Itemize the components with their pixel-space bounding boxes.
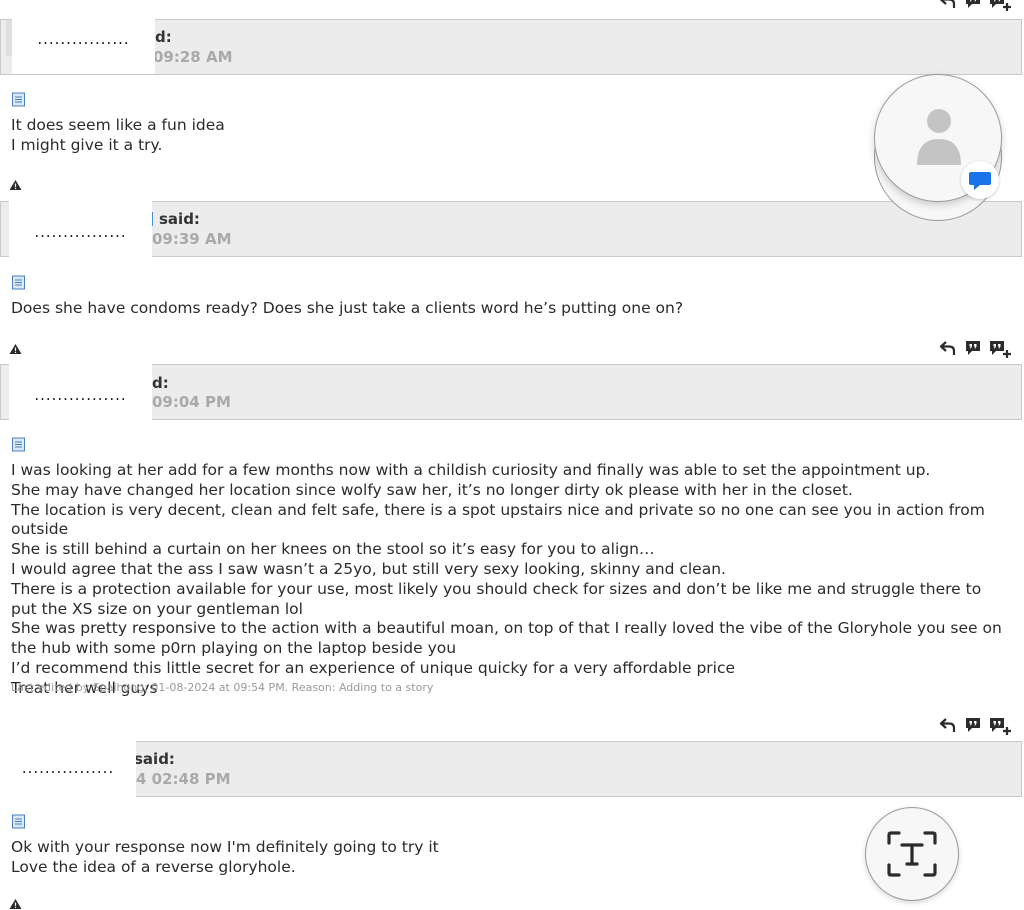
- document-icon: [11, 92, 26, 107]
- author-said-label: said:: [134, 750, 175, 768]
- multi-quote-plus-icon[interactable]: [988, 0, 1012, 12]
- author-said-label: said:: [159, 210, 200, 228]
- redacted-username: ................: [0, 735, 136, 797]
- redacted-username: ................: [9, 197, 152, 263]
- post-timestamp: 09:39 AM: [152, 230, 232, 248]
- post-body: Does she have condoms ready? Does she ju…: [11, 299, 684, 317]
- author-said-label: d:: [152, 374, 169, 392]
- quote-bubble-icon[interactable]: [964, 0, 982, 10]
- document-icon: [11, 814, 26, 829]
- edit-note: Last edited by Spaihong; 01-08-2024 at 0…: [11, 681, 434, 694]
- document-icon: [11, 275, 26, 290]
- post-header: [0, 364, 1022, 420]
- warning-triangle-icon[interactable]: [9, 179, 22, 191]
- warning-triangle-icon[interactable]: [9, 898, 22, 910]
- reply-arrow-icon[interactable]: [939, 716, 957, 734]
- redacted-username: ................: [12, 0, 155, 74]
- text-scan-icon: [887, 831, 937, 877]
- post-actions: [939, 0, 1014, 12]
- chat-bubble-icon: [969, 172, 991, 190]
- warning-triangle-icon[interactable]: [9, 343, 22, 355]
- post-body: Ok with your response now I'm definitely…: [11, 838, 439, 876]
- post-body: It does seem like a fun idea I might giv…: [11, 116, 225, 154]
- text-scan-button[interactable]: [865, 807, 959, 901]
- post-timestamp: 09:04 PM: [152, 393, 231, 411]
- reply-arrow-icon[interactable]: [939, 339, 957, 357]
- post-timestamp: 09:28 AM: [153, 48, 233, 66]
- post-actions: [939, 716, 1014, 736]
- post-actions: [939, 339, 1014, 359]
- quote-bubble-icon[interactable]: [964, 339, 982, 357]
- quote-bubble-icon[interactable]: [964, 716, 982, 734]
- document-icon: [11, 437, 26, 452]
- multi-quote-plus-icon[interactable]: [988, 339, 1012, 359]
- chat-badge[interactable]: [961, 161, 999, 199]
- multi-quote-plus-icon[interactable]: [988, 716, 1012, 736]
- person-icon: [917, 109, 961, 165]
- post-body: I was looking at her add for a few month…: [11, 461, 1002, 697]
- post-header: [0, 201, 1022, 257]
- post-timestamp: 4 02:48 PM: [136, 770, 231, 788]
- reply-arrow-icon[interactable]: [939, 0, 957, 10]
- redacted-username: ................: [9, 361, 152, 425]
- author-said-label: d:: [155, 28, 172, 46]
